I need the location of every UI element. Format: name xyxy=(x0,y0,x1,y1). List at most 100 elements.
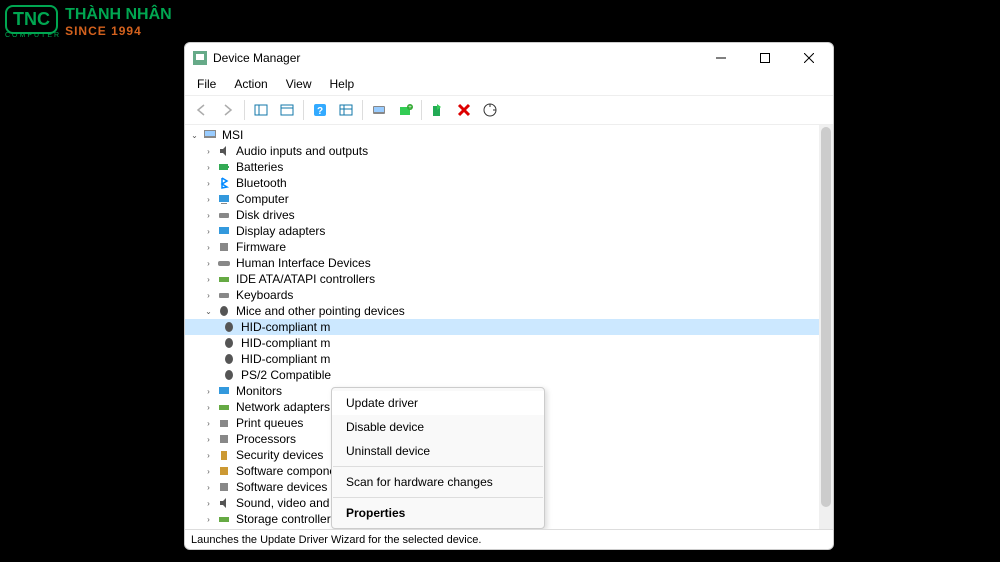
system-icon xyxy=(216,528,232,529)
expand-icon[interactable]: › xyxy=(203,226,214,237)
tree-item-mice[interactable]: ⌄Mice and other pointing devices xyxy=(185,303,819,319)
expand-icon[interactable]: › xyxy=(203,258,214,269)
expand-icon[interactable]: › xyxy=(203,434,214,445)
minimize-button[interactable] xyxy=(699,44,743,72)
tree-label: Audio inputs and outputs xyxy=(236,144,368,158)
collapse-icon[interactable]: ⌄ xyxy=(189,130,200,141)
menu-help[interactable]: Help xyxy=(322,75,363,93)
tree-item[interactable]: › Audio inputs and outputs xyxy=(185,143,819,159)
action-button[interactable] xyxy=(334,98,358,122)
tree-item[interactable]: ›IDE ATA/ATAPI controllers xyxy=(185,271,819,287)
tree-item[interactable]: ›Batteries xyxy=(185,159,819,175)
tree-label: Storage controllers xyxy=(236,512,337,526)
expand-icon[interactable]: › xyxy=(203,466,214,477)
logo-box: TNC xyxy=(5,5,58,34)
tree-label: Display adapters xyxy=(236,224,325,238)
ctx-uninstall-device[interactable]: Uninstall device xyxy=(332,439,544,463)
tree-item[interactable]: › Bluetooth xyxy=(185,175,819,191)
details-button[interactable] xyxy=(478,98,502,122)
back-button[interactable] xyxy=(190,98,214,122)
tree-item[interactable]: › Computer xyxy=(185,191,819,207)
expand-icon[interactable]: › xyxy=(203,418,214,429)
expand-icon[interactable]: › xyxy=(203,482,214,493)
expand-icon[interactable]: › xyxy=(203,290,214,301)
separator xyxy=(362,100,363,120)
svg-text:?: ? xyxy=(317,106,323,117)
tree-label: Keyboards xyxy=(236,288,293,302)
bluetooth-icon xyxy=(216,176,232,190)
cpu-icon xyxy=(216,432,232,446)
tree-item[interactable]: ›Disk drives xyxy=(185,207,819,223)
storage-icon xyxy=(216,512,232,526)
scrollbar-thumb[interactable] xyxy=(821,127,831,507)
ctx-update-driver[interactable]: Update driver xyxy=(332,391,544,415)
tree-label: Monitors xyxy=(236,384,282,398)
software-icon xyxy=(216,480,232,494)
tree-label: HID-compliant m xyxy=(241,320,330,334)
mouse-icon xyxy=(221,320,237,334)
ide-icon xyxy=(216,272,232,286)
forward-button[interactable] xyxy=(216,98,240,122)
menu-file[interactable]: File xyxy=(189,75,224,93)
scan-button[interactable] xyxy=(367,98,391,122)
tree-item[interactable]: ›Human Interface Devices xyxy=(185,255,819,271)
expand-icon[interactable]: › xyxy=(203,178,214,189)
expand-icon[interactable]: › xyxy=(203,274,214,285)
tree-label: Security devices xyxy=(236,448,323,462)
tree-item-hid-mouse[interactable]: HID-compliant m xyxy=(185,319,819,335)
vertical-scrollbar[interactable] xyxy=(819,125,833,529)
status-bar: Launches the Update Driver Wizard for th… xyxy=(185,529,833,549)
collapse-icon[interactable]: ⌄ xyxy=(203,306,214,317)
expand-icon[interactable]: › xyxy=(203,194,214,205)
software-icon xyxy=(216,464,232,478)
hid-icon xyxy=(216,256,232,270)
expand-icon[interactable]: › xyxy=(203,450,214,461)
logo-title: THÀNH NHÂN xyxy=(65,6,172,24)
titlebar[interactable]: Device Manager xyxy=(185,43,833,73)
tree-item-hid-mouse[interactable]: HID-compliant m xyxy=(185,335,819,351)
toolbar: ? + xyxy=(185,95,833,125)
properties-button[interactable] xyxy=(275,98,299,122)
expand-icon[interactable]: › xyxy=(203,514,214,525)
expand-icon[interactable]: › xyxy=(203,210,214,221)
menu-view[interactable]: View xyxy=(278,75,320,93)
expand-icon[interactable]: › xyxy=(203,402,214,413)
separator xyxy=(421,100,422,120)
tree-item-hid-mouse[interactable]: HID-compliant m xyxy=(185,351,819,367)
tree-label: Computer xyxy=(236,192,289,206)
network-icon xyxy=(216,400,232,414)
uninstall-button[interactable] xyxy=(452,98,476,122)
update-driver-button[interactable]: + xyxy=(393,98,417,122)
tree-label: Bluetooth xyxy=(236,176,287,190)
show-hide-tree-button[interactable] xyxy=(249,98,273,122)
mouse-icon xyxy=(221,352,237,366)
maximize-button[interactable] xyxy=(743,44,787,72)
audio-icon xyxy=(216,144,232,158)
tree-item[interactable]: › Keyboards xyxy=(185,287,819,303)
ctx-disable-device[interactable]: Disable device xyxy=(332,415,544,439)
logo-computer: COMPUTER xyxy=(5,32,61,39)
expand-icon[interactable]: › xyxy=(203,242,214,253)
expand-icon[interactable]: › xyxy=(203,162,214,173)
tree-item[interactable]: › Display adapters xyxy=(185,223,819,239)
firmware-icon xyxy=(216,240,232,254)
menu-divider xyxy=(333,497,543,498)
keyboard-icon xyxy=(216,288,232,302)
enable-button[interactable] xyxy=(426,98,450,122)
tree-item-ps2-mouse[interactable]: PS/2 Compatible xyxy=(185,367,819,383)
menu-action[interactable]: Action xyxy=(226,75,275,93)
tree-root-label: MSI xyxy=(222,128,243,142)
tree-label: HID-compliant m xyxy=(241,352,330,366)
ctx-properties[interactable]: Properties xyxy=(332,501,544,525)
tree-label: Network adapters xyxy=(236,400,330,414)
expand-icon[interactable]: › xyxy=(203,498,214,509)
expand-icon[interactable]: › xyxy=(203,146,214,157)
ctx-scan-hardware[interactable]: Scan for hardware changes xyxy=(332,470,544,494)
help-button[interactable]: ? xyxy=(308,98,332,122)
tree-item[interactable]: ›Firmware xyxy=(185,239,819,255)
tree-root[interactable]: ⌄ MSI xyxy=(185,127,819,143)
tree-label: PS/2 Compatible xyxy=(241,368,331,382)
close-button[interactable] xyxy=(787,44,831,72)
computer-icon xyxy=(216,192,232,206)
expand-icon[interactable]: › xyxy=(203,386,214,397)
